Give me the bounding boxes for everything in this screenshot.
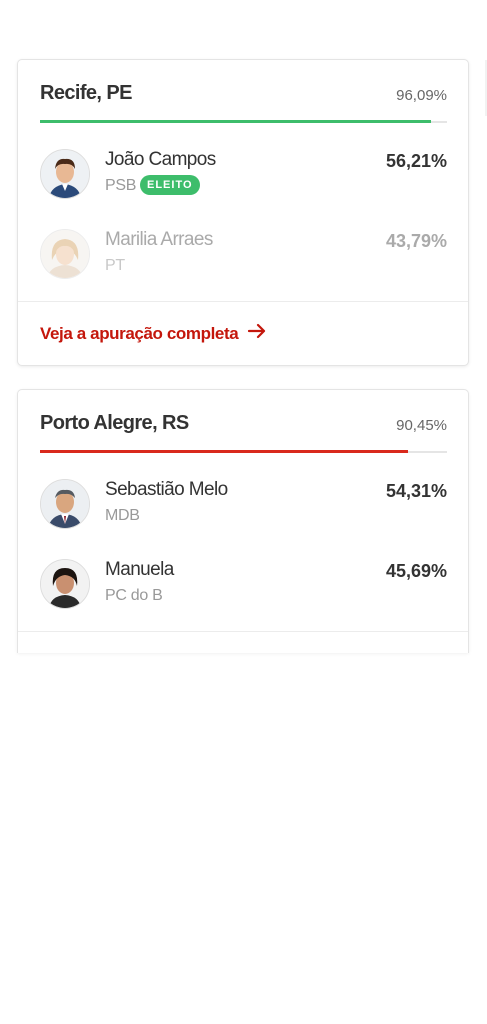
card-header: Porto Alegre, RS 90,45% (18, 390, 468, 453)
candidate-photo-icon (41, 150, 89, 198)
arrow-right-icon (247, 323, 267, 344)
card-divider (18, 631, 468, 632)
candidate-row: Manuela PC do B 45,69% (18, 533, 468, 613)
candidate-party: PC do B (105, 587, 163, 604)
candidate-percentage: 43,79% (385, 231, 447, 251)
elected-badge: ELEITO (140, 175, 200, 195)
full-results-link[interactable]: Veja a apuração completa (40, 323, 267, 344)
counted-percentage: 90,45% (396, 417, 447, 434)
candidate-row: Marilia Arraes PT 43,79% (18, 203, 468, 283)
city-result-card-porto-alegre: Porto Alegre, RS 90,45% Sebastião Melo M… (17, 389, 469, 653)
card-header: Recife, PE 96,09% (18, 60, 468, 123)
candidate-party: PSB (105, 177, 137, 194)
city-title: Recife, PE (40, 82, 132, 104)
candidate-photo-icon (41, 560, 89, 608)
candidate-percentage: 54,31% (385, 481, 447, 501)
candidate-name: João Campos (105, 149, 216, 170)
city-result-card-recife: Recife, PE 96,09% João Campos PSB ELEITO… (17, 59, 469, 366)
candidate-avatar (40, 479, 90, 529)
candidate-photo-icon (41, 480, 89, 528)
candidate-avatar (40, 149, 90, 199)
candidate-name: Marilia Arraes (105, 229, 213, 250)
counted-percentage: 96,09% (396, 87, 447, 104)
candidate-percentage: 56,21% (385, 151, 447, 171)
candidate-avatar (40, 559, 90, 609)
candidate-avatar (40, 229, 90, 279)
city-title: Porto Alegre, RS (40, 412, 189, 434)
full-results-link-label: Veja a apuração completa (40, 323, 239, 343)
candidate-name: Manuela (105, 559, 174, 580)
candidate-name: Sebastião Melo (105, 479, 228, 500)
candidate-row: Sebastião Melo MDB 54,31% (18, 453, 468, 533)
candidate-row: João Campos PSB ELEITO 56,21% (18, 123, 468, 203)
card-divider (18, 301, 468, 302)
candidate-percentage: 45,69% (385, 561, 447, 581)
candidate-photo-icon (41, 230, 89, 278)
candidate-party: MDB (105, 507, 140, 524)
candidate-party: PT (105, 257, 125, 274)
